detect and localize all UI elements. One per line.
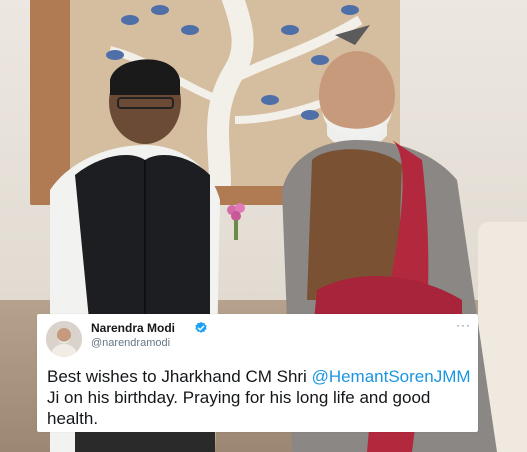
tweet-text-after: Ji on his birthday. Praying for his long… bbox=[47, 388, 431, 428]
avatar-image bbox=[46, 321, 82, 357]
tweet-text: Best wishes to Jharkhand CM Shri @Hemant… bbox=[47, 366, 477, 429]
author-avatar[interactable] bbox=[46, 321, 82, 357]
mention-link[interactable]: @HemantSorenJMM bbox=[312, 367, 471, 386]
tweet-card[interactable]: Narendra Modi @narendramodi ··· Best wis… bbox=[37, 314, 478, 432]
more-options-icon[interactable]: ··· bbox=[456, 318, 471, 332]
verified-badge-icon bbox=[195, 321, 207, 333]
tweet-text-before: Best wishes to Jharkhand CM Shri bbox=[47, 367, 312, 386]
author-name[interactable]: Narendra Modi bbox=[91, 321, 175, 335]
author-handle[interactable]: @narendramodi bbox=[91, 337, 170, 349]
